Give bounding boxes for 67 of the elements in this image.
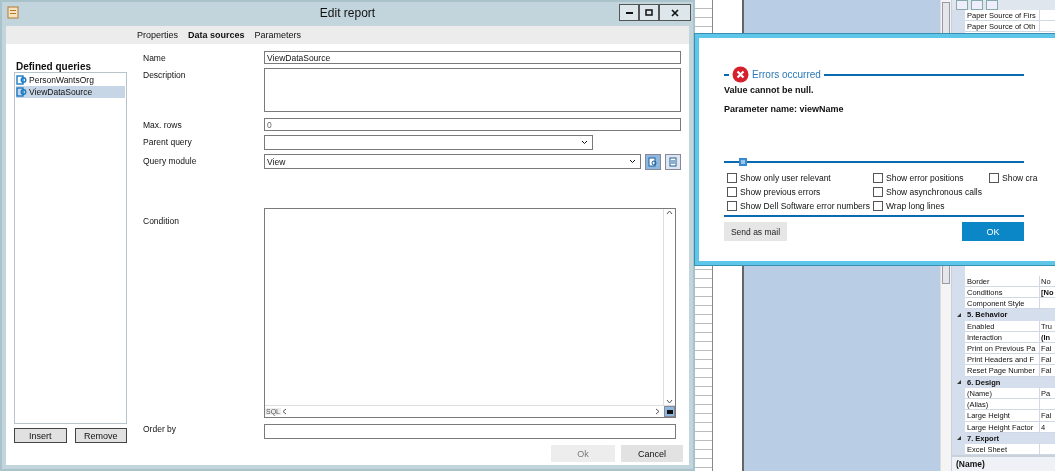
field-label: Description bbox=[143, 69, 187, 82]
checkbox[interactable] bbox=[727, 187, 737, 197]
scroll-right-icon[interactable] bbox=[654, 408, 661, 415]
tab[interactable]: Properties bbox=[137, 30, 179, 40]
scroll-down-icon[interactable] bbox=[666, 398, 673, 405]
minimize-button[interactable] bbox=[619, 4, 639, 21]
option-checkbox[interactable]: Show cra bbox=[989, 171, 1049, 185]
tab[interactable]: Data sources bbox=[188, 30, 245, 40]
chevron-icon bbox=[581, 140, 588, 145]
description-field[interactable] bbox=[264, 68, 681, 112]
checkbox[interactable] bbox=[727, 201, 737, 211]
minimize-icon bbox=[625, 11, 633, 14]
max-rows-field[interactable]: 0 bbox=[264, 118, 681, 131]
field-label: Condition bbox=[143, 215, 180, 228]
window-title: Edit report bbox=[319, 6, 376, 20]
expand-icon[interactable] bbox=[956, 312, 961, 317]
report-icon bbox=[7, 6, 20, 19]
option-checkbox[interactable]: Show Dell Software error numbers bbox=[727, 199, 873, 213]
field-label: Order by bbox=[143, 423, 178, 436]
maximize-icon bbox=[645, 9, 653, 16]
send-mail-button[interactable]: Send as mail bbox=[724, 222, 787, 241]
maximize-button[interactable] bbox=[639, 4, 659, 21]
ok-button[interactable]: OK bbox=[962, 222, 1024, 241]
error-parameter: Parameter name: viewName bbox=[724, 104, 845, 114]
checkbox[interactable] bbox=[989, 173, 999, 183]
option-checkbox[interactable]: Show only user relevant bbox=[727, 171, 873, 185]
description-title: (Name) bbox=[952, 457, 1055, 471]
field-label: Parent query bbox=[143, 136, 193, 149]
search-icon bbox=[648, 157, 658, 167]
field-label: Name bbox=[143, 52, 167, 64]
query-module-dropdown[interactable]: View bbox=[264, 154, 641, 169]
close-icon bbox=[671, 8, 679, 17]
option-checkbox[interactable]: Show asynchronous calls bbox=[873, 185, 989, 199]
search-button[interactable] bbox=[645, 154, 661, 170]
option-checkbox[interactable]: Show previous errors bbox=[727, 185, 873, 199]
insert-button[interactable]: Insert bbox=[14, 428, 67, 443]
chevron-icon bbox=[629, 159, 636, 164]
dialog-heading: Errors occurred bbox=[752, 69, 821, 80]
panel-icon bbox=[666, 409, 673, 414]
cancel-button[interactable]: Cancel bbox=[621, 445, 683, 462]
field-label: Query module bbox=[143, 155, 198, 168]
name-field[interactable]: ViewDataSource bbox=[264, 51, 681, 64]
document-button[interactable] bbox=[665, 154, 681, 170]
remove-button[interactable]: Remove bbox=[74, 428, 127, 443]
query-icon bbox=[16, 75, 27, 85]
query-icon bbox=[16, 87, 27, 97]
checkbox[interactable] bbox=[727, 173, 737, 183]
scroll-up-icon[interactable] bbox=[666, 209, 673, 216]
error-message: Value cannot be null. bbox=[724, 85, 815, 95]
checkbox[interactable] bbox=[873, 201, 883, 211]
parent-query-dropdown[interactable] bbox=[264, 135, 593, 150]
expand-icon[interactable] bbox=[956, 436, 961, 441]
close-button[interactable] bbox=[659, 4, 691, 21]
expand-button[interactable] bbox=[664, 406, 675, 417]
tab[interactable]: Parameters bbox=[254, 30, 302, 40]
option-checkbox[interactable]: Show error positions bbox=[873, 171, 989, 185]
error-icon bbox=[732, 66, 749, 83]
section-heading: Defined queries bbox=[15, 61, 93, 72]
checkbox[interactable] bbox=[873, 173, 883, 183]
scroll-left-icon[interactable] bbox=[281, 408, 288, 415]
checkbox[interactable] bbox=[873, 187, 883, 197]
field-label: Max. rows bbox=[143, 119, 183, 131]
document-icon bbox=[668, 157, 678, 167]
option-checkbox[interactable]: Wrap long lines bbox=[873, 199, 989, 213]
expand-icon[interactable] bbox=[956, 380, 961, 385]
query-item[interactable]: PersonWantsOrg bbox=[29, 75, 125, 85]
order-by-field[interactable] bbox=[264, 424, 676, 439]
